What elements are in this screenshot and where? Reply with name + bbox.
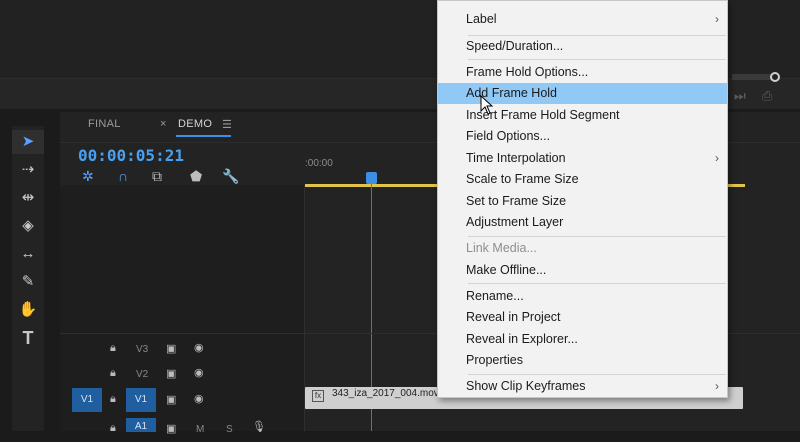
sync-lock-icon[interactable]: ▣ [166, 422, 176, 435]
fx-badge-icon: fx [312, 390, 324, 402]
track-header-v3: 🔒︎ V3 ▣ ◉ [60, 337, 304, 361]
track-target-a1[interactable]: A1 [126, 418, 156, 432]
selection-tool-icon[interactable]: ➤ [12, 130, 44, 154]
timecode-display[interactable]: 00:00:05:21 [78, 146, 184, 165]
active-tab-underline [176, 135, 231, 137]
track-header-v2: 🔒︎ V2 ▣ ◉ [60, 362, 304, 386]
menu-item-text: Scale to Frame Size [466, 172, 579, 186]
export-frame-icon[interactable]: ⎙ [762, 88, 772, 104]
menu-item-text: Label [466, 12, 497, 26]
menu-item-show-clip-keyframes[interactable]: Show Clip Keyframes › [438, 376, 727, 397]
menu-item-text: Properties [466, 353, 523, 367]
mouse-pointer-icon [480, 95, 494, 115]
sync-lock-icon[interactable]: ▣ [166, 367, 176, 380]
menu-item-text: Rename... [466, 289, 524, 303]
track-label-v2[interactable]: V2 [136, 369, 148, 380]
ruler-time-label: :00:00 [305, 158, 333, 169]
razor-tool-icon[interactable]: ◈ [12, 214, 44, 238]
microphone-icon[interactable]: 🎙︎ [252, 420, 266, 433]
menu-item-text: Frame Hold Options... [466, 65, 589, 79]
track-header-a1: 🔒︎ A1 ▣ M S 🎙︎ [60, 418, 304, 442]
menu-item-reveal-in-explorer[interactable]: Reveal in Explorer... [438, 329, 727, 350]
menu-item-make-offline[interactable]: Make Offline... [438, 260, 727, 281]
eye-icon[interactable]: ◉ [194, 341, 204, 354]
lock-icon[interactable]: 🔒︎ [110, 422, 116, 435]
track-target-v1[interactable]: V1 [126, 388, 156, 412]
track-label-v3[interactable]: V3 [136, 344, 148, 355]
source-patch-v1[interactable]: V1 [72, 388, 102, 412]
menu-item-field-options[interactable]: Field Options... [438, 126, 727, 147]
eye-icon[interactable]: ◉ [194, 366, 204, 379]
lock-icon[interactable]: 🔒︎ [110, 342, 116, 355]
menu-item-reveal-in-project[interactable]: Reveal in Project [438, 307, 727, 328]
timeline-settings-icon[interactable]: 🔧 [222, 168, 239, 185]
menu-item-rename[interactable]: Rename... [438, 286, 727, 307]
add-marker-icon[interactable]: ⬟ [190, 168, 202, 185]
eye-icon[interactable]: ◉ [194, 392, 204, 405]
linked-selection-icon[interactable]: ⧉ [152, 168, 162, 185]
track-header-v1: V1 🔒︎ V1 ▣ ◉ [60, 388, 304, 412]
menu-item-text: Show Clip Keyframes [466, 379, 586, 393]
submenu-arrow-icon: › [715, 379, 719, 393]
menu-item-link-media: Link Media... [438, 238, 727, 259]
menu-item-text: Adjustment Layer [466, 215, 564, 229]
hand-tool-icon[interactable]: ✋ [12, 298, 44, 322]
menu-item-frame-hold-options[interactable]: Frame Hold Options... [438, 62, 727, 83]
solo-button[interactable]: S [226, 424, 233, 435]
menu-item-text: Make Offline... [466, 263, 547, 277]
clip-name: 343_iza_2017_004.mov [332, 388, 439, 399]
tab-demo[interactable]: DEMO [178, 118, 212, 130]
track-select-tool-icon[interactable]: ⇢ [12, 158, 44, 182]
submenu-arrow-icon: › [715, 12, 719, 26]
menu-item-adjustment-layer[interactable]: Adjustment Layer [438, 212, 727, 233]
menu-item-time-interpolation[interactable]: Time Interpolation › [438, 148, 727, 169]
menu-separator [468, 374, 726, 375]
menu-separator [468, 236, 726, 237]
insert-nest-icon[interactable]: ✲ [82, 168, 94, 185]
playhead-handle[interactable] [366, 172, 377, 184]
lock-icon[interactable]: 🔒︎ [110, 367, 116, 380]
lock-icon[interactable]: 🔒︎ [110, 393, 116, 406]
menu-separator [468, 59, 726, 60]
tools-panel: ➤ ⇢ ⇹ ◈ ↔ ✎ ✋ T [12, 126, 44, 431]
panel-menu-icon[interactable]: ☰ [222, 118, 232, 131]
monitor-zoom-slider-handle[interactable] [770, 72, 780, 82]
mute-button[interactable]: M [196, 424, 204, 435]
menu-item-text: Field Options... [466, 129, 551, 143]
clip-context-menu: Label › Speed/Duration... Frame Hold Opti… [437, 0, 728, 398]
menu-item-properties[interactable]: Properties [438, 350, 727, 371]
menu-item-text: Set to Frame Size [466, 194, 567, 208]
menu-item-scale-to-frame-size[interactable]: Scale to Frame Size [438, 169, 727, 190]
menu-item-speed-duration[interactable]: Speed/Duration... [438, 36, 727, 57]
sync-lock-icon[interactable]: ▣ [166, 342, 176, 355]
menu-item-text: Speed/Duration... [466, 39, 564, 53]
submenu-arrow-icon: › [715, 151, 719, 165]
tab-final[interactable]: FINAL [88, 118, 121, 130]
menu-item-text: Time Interpolation [466, 151, 566, 165]
snap-icon[interactable]: ∩ [118, 168, 128, 184]
sync-lock-icon[interactable]: ▣ [166, 393, 176, 406]
menu-item-text: Reveal in Explorer... [466, 332, 578, 346]
insert-icon[interactable]: ⏭ [734, 88, 746, 104]
slip-tool-icon[interactable]: ↔ [12, 242, 44, 266]
ripple-edit-tool-icon[interactable]: ⇹ [12, 186, 44, 210]
type-tool-icon[interactable]: T [12, 326, 44, 350]
menu-separator [468, 283, 726, 284]
menu-item-text: Reveal in Project [466, 310, 561, 324]
pen-tool-icon[interactable]: ✎ [12, 270, 44, 294]
close-tab-icon[interactable]: × [160, 118, 167, 130]
menu-item-label[interactable]: Label › [438, 9, 727, 30]
menu-item-text: Link Media... [466, 241, 537, 255]
menu-item-set-to-frame-size[interactable]: Set to Frame Size [438, 191, 727, 212]
